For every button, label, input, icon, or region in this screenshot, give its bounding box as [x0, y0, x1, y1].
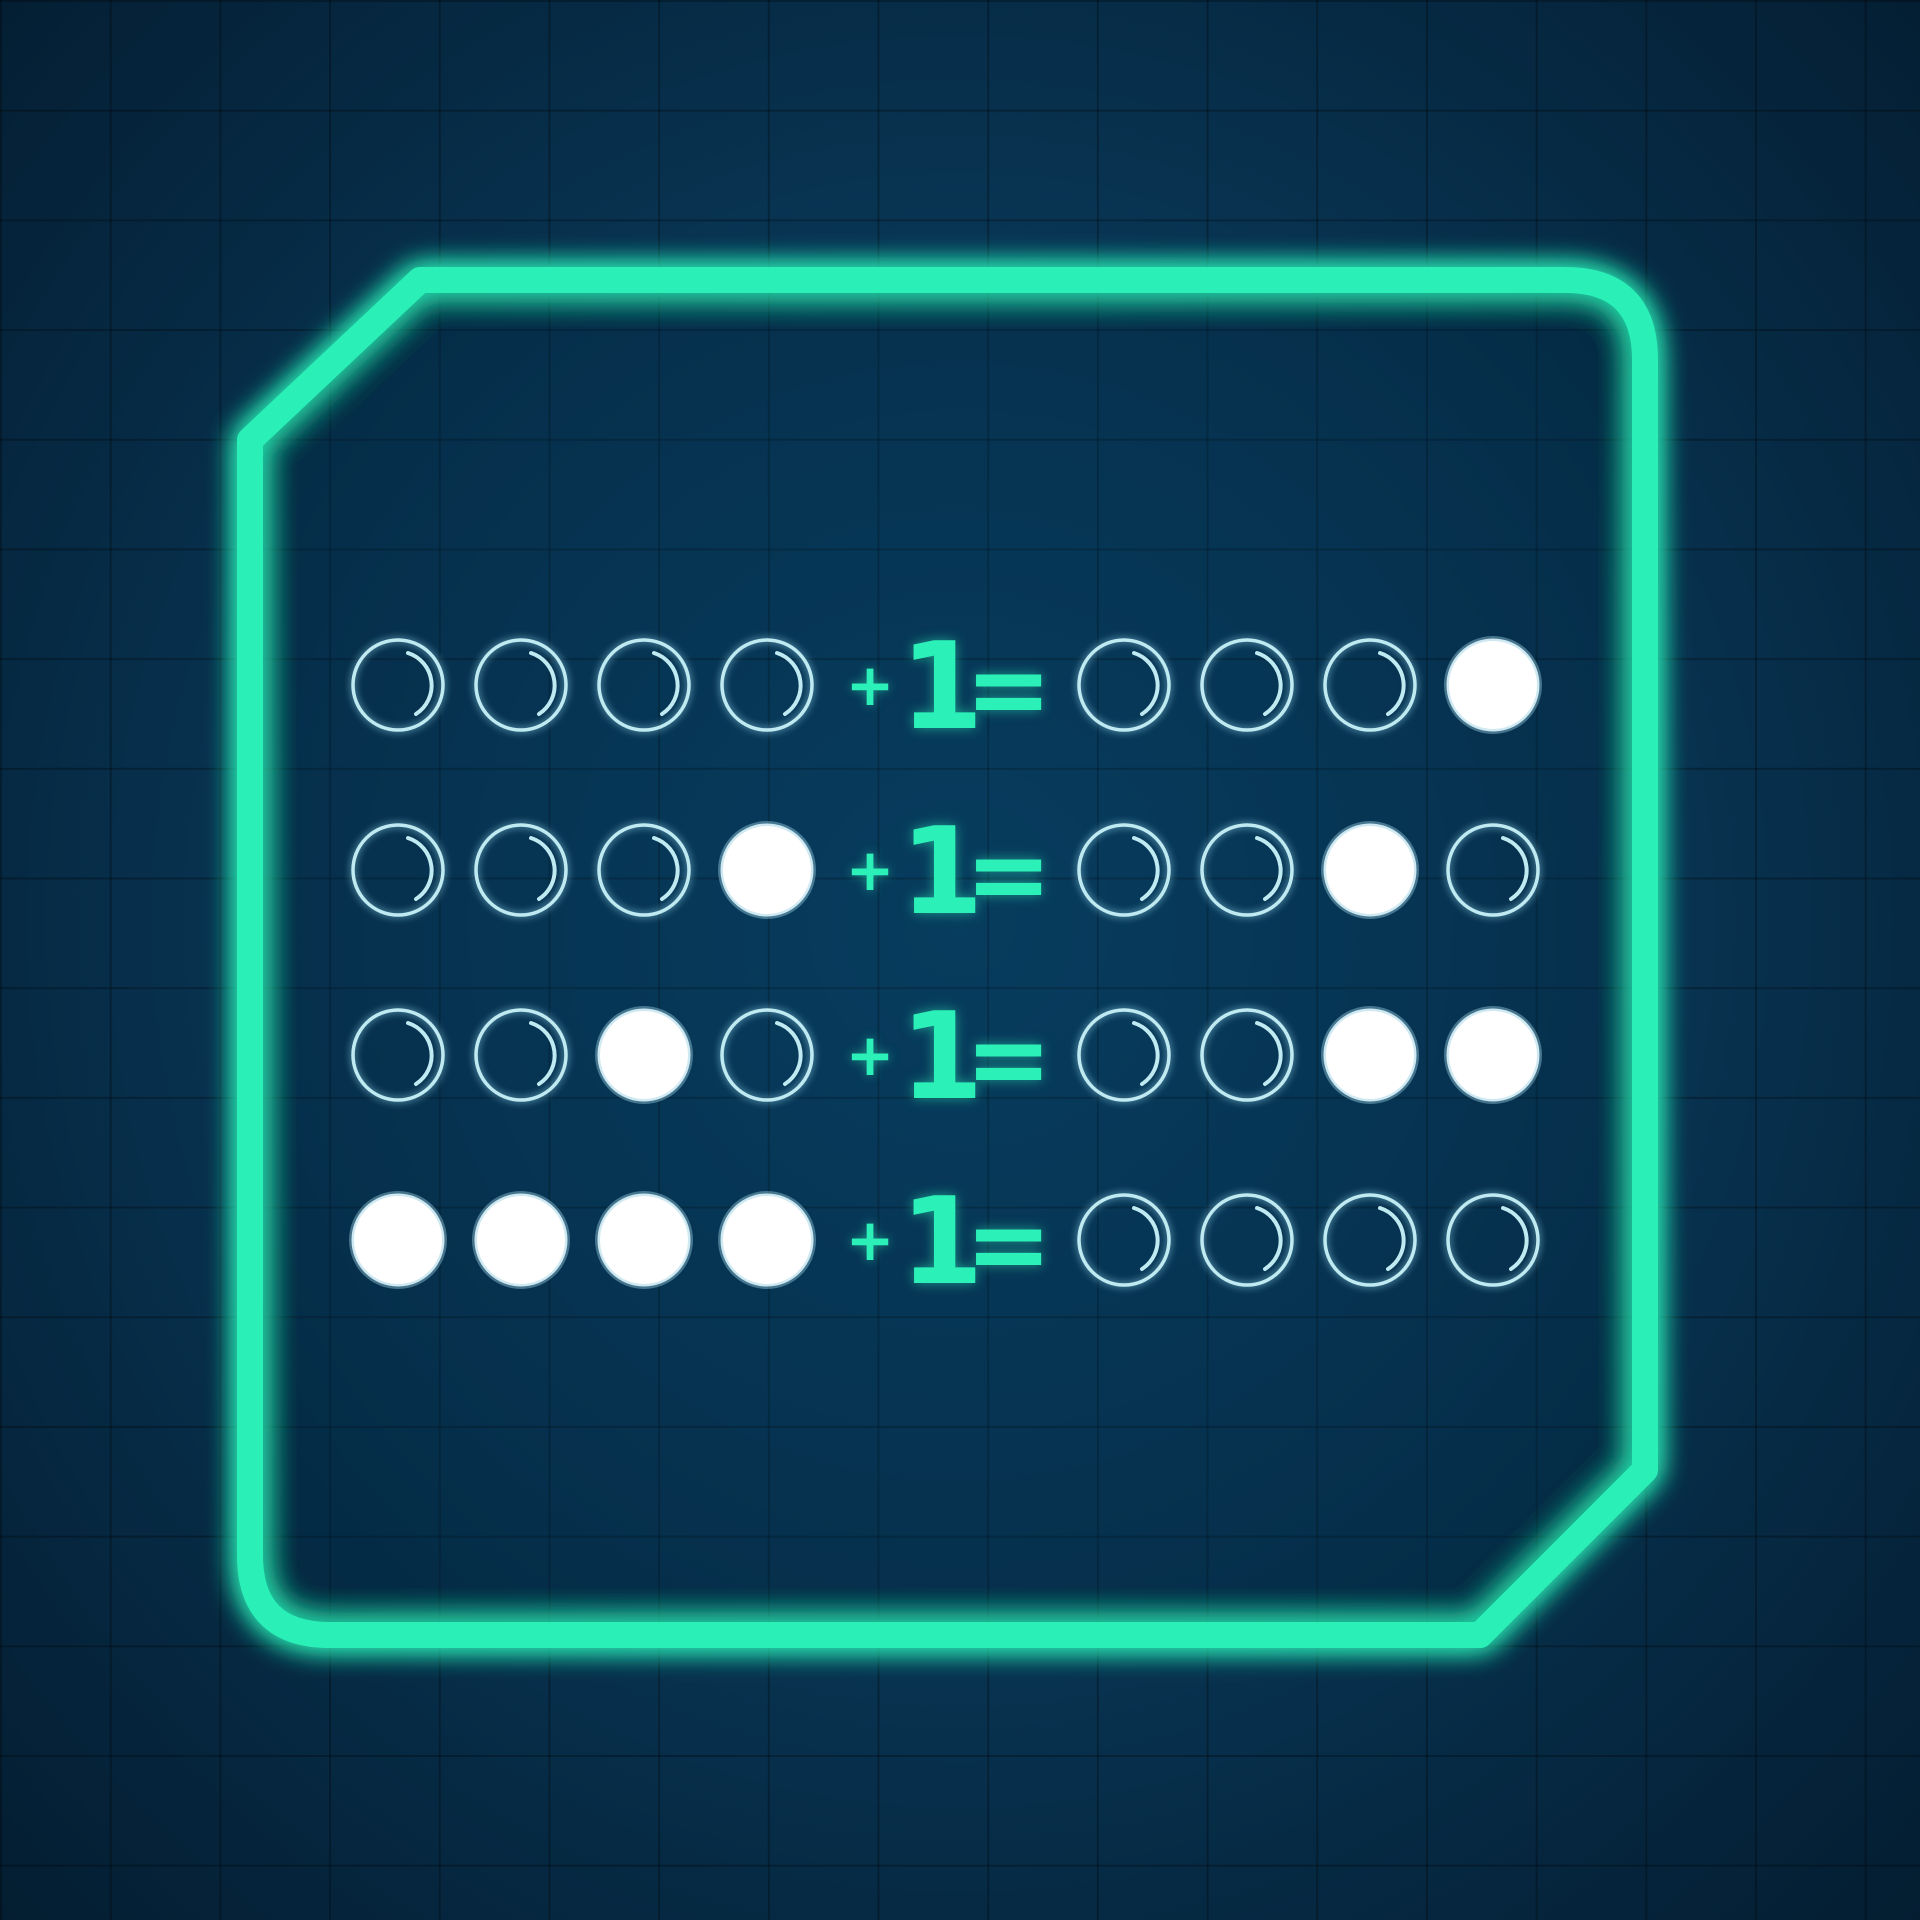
bit-on-input-3-3	[718, 1191, 816, 1289]
bit-off-input-0-1	[473, 637, 569, 733]
bit-off-input-0-3	[719, 637, 815, 733]
bit-on-input-3-1	[472, 1191, 570, 1289]
bit-off-input-2-0	[350, 1007, 446, 1103]
bit-off-output-1-1	[1199, 822, 1295, 918]
equals-sign: =	[965, 813, 1053, 935]
plus-sign: +	[845, 1206, 895, 1274]
grid-background: +1 = +1 = +1 = +1 =	[0, 0, 1920, 1920]
bit-off-input-2-3	[719, 1007, 815, 1103]
addend-one: 1	[900, 988, 984, 1127]
bit-on-output-2-3	[1444, 1006, 1542, 1104]
bit-off-output-0-2	[1322, 637, 1418, 733]
equation-row: +1 =	[0, 998, 1920, 1118]
bit-off-output-2-0	[1076, 1007, 1172, 1103]
plus-sign: +	[845, 651, 895, 719]
bit-off-output-3-0	[1076, 1192, 1172, 1288]
bit-off-input-1-2	[596, 822, 692, 918]
equation-row: +1 =	[0, 628, 1920, 748]
plus-sign: +	[845, 836, 895, 904]
bit-off-input-1-1	[473, 822, 569, 918]
bit-on-input-3-0	[349, 1191, 447, 1289]
plus-sign: +	[845, 1021, 895, 1089]
neon-frame	[237, 267, 1658, 1648]
bit-on-output-0-3	[1444, 636, 1542, 734]
bit-off-input-1-0	[350, 822, 446, 918]
equals-sign: =	[965, 998, 1053, 1120]
bit-off-input-0-2	[596, 637, 692, 733]
bit-off-output-3-3	[1445, 1192, 1541, 1288]
equals-sign: =	[965, 628, 1053, 750]
addend-one: 1	[900, 618, 984, 757]
bit-on-input-2-2	[595, 1006, 693, 1104]
equals-sign: =	[965, 1183, 1053, 1305]
addend-one: 1	[900, 1173, 984, 1312]
bit-off-output-0-0	[1076, 637, 1172, 733]
bit-off-output-3-2	[1322, 1192, 1418, 1288]
bit-off-output-3-1	[1199, 1192, 1295, 1288]
addend-one: 1	[900, 803, 984, 942]
equation-row: +1 =	[0, 813, 1920, 933]
equation-row: +1 =	[0, 1183, 1920, 1303]
bit-on-output-1-2	[1321, 821, 1419, 919]
bit-on-input-1-3	[718, 821, 816, 919]
bit-off-input-0-0	[350, 637, 446, 733]
bit-off-input-2-1	[473, 1007, 569, 1103]
bit-on-input-3-2	[595, 1191, 693, 1289]
bit-off-output-0-1	[1199, 637, 1295, 733]
bit-on-output-2-2	[1321, 1006, 1419, 1104]
bit-off-output-1-3	[1445, 822, 1541, 918]
bit-off-output-1-0	[1076, 822, 1172, 918]
bit-off-output-2-1	[1199, 1007, 1295, 1103]
